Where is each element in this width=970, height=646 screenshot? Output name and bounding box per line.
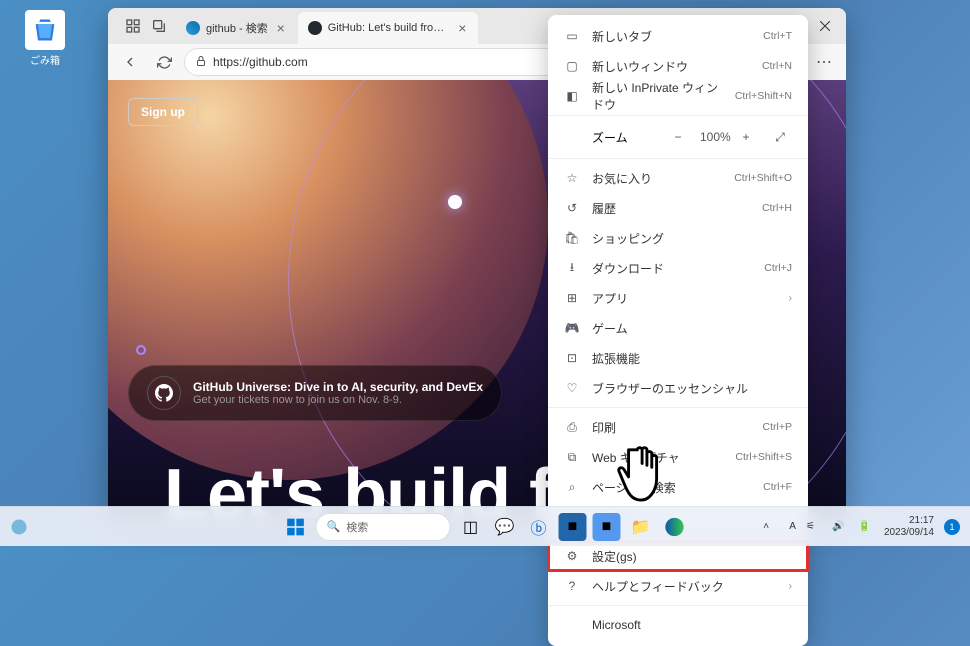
announcement-banner[interactable]: GitHub Universe: Dive in to AI, security…	[128, 365, 502, 421]
tab-title: github - 検索	[206, 20, 268, 36]
orbit-marker	[136, 345, 146, 355]
task-view-button[interactable]: ◫	[457, 513, 485, 541]
tab-github[interactable]: GitHub: Let's build from here · Gi ×	[298, 12, 478, 44]
tab-icon: ▭	[564, 29, 580, 43]
help-icon: ?	[564, 579, 580, 593]
menu-extensions[interactable]: ⊡拡張機能	[548, 343, 808, 373]
menu-help[interactable]: ?ヘルプとフィードバック›	[548, 571, 808, 601]
bing-chat-icon[interactable]: ⓑ	[525, 513, 553, 541]
menu-web-capture[interactable]: ⧉Web キャプチャCtrl+Shift+S	[548, 442, 808, 472]
menu-history[interactable]: ↺履歴Ctrl+H	[548, 193, 808, 223]
heart-icon: ♡	[564, 381, 580, 395]
search-icon: 🔍	[327, 520, 341, 533]
chat-icon[interactable]: 💬	[491, 513, 519, 541]
recycle-bin[interactable]: ごみ箱	[25, 10, 65, 67]
capture-icon: ⧉	[564, 450, 580, 465]
menu-new-tab[interactable]: ▭新しいタブCtrl+T	[548, 21, 808, 51]
app-icon[interactable]: ■	[593, 513, 621, 541]
close-icon[interactable]: ×	[457, 21, 468, 35]
window-icon: ▢	[564, 59, 580, 73]
menu-shopping[interactable]: 🛍ショッピング	[548, 223, 808, 253]
menu-new-inprivate[interactable]: ◧新しい InPrivate ウィンドウCtrl+Shift+N	[548, 81, 808, 111]
ime-indicator[interactable]: A	[789, 521, 796, 532]
orbit-marker	[448, 195, 462, 209]
refresh-button[interactable]	[150, 48, 178, 76]
back-button[interactable]	[116, 48, 144, 76]
workspace-icon[interactable]	[124, 17, 142, 35]
zoom-value: 100%	[700, 130, 724, 144]
menu-essentials[interactable]: ♡ブラウザーのエッセンシャル	[548, 373, 808, 403]
shopping-icon: 🛍	[564, 231, 580, 245]
menu-print[interactable]: ⎙印刷Ctrl+P	[548, 412, 808, 442]
download-icon: ⭳	[564, 258, 580, 279]
github-mark-icon	[147, 376, 181, 410]
menu-microsoft[interactable]: Microsoft	[548, 610, 808, 640]
menu-downloads[interactable]: ⭳ダウンロードCtrl+J	[548, 253, 808, 283]
extension-icon: ⊡	[564, 351, 580, 365]
print-icon: ⎙	[564, 420, 580, 435]
taskbar-search[interactable]: 🔍検索	[316, 513, 451, 541]
game-icon: 🎮	[564, 321, 580, 335]
browser-more-menu: ▭新しいタブCtrl+T ▢新しいウィンドウCtrl+N ◧新しい InPriv…	[548, 15, 808, 646]
wifi-icon[interactable]: ⚟	[806, 521, 822, 532]
battery-icon[interactable]: 🔋	[858, 521, 874, 532]
zoom-in-button[interactable]: +	[734, 130, 758, 144]
chevron-right-icon: ›	[789, 581, 792, 592]
app-icon[interactable]: ■	[559, 513, 587, 541]
addressbar-more-icon[interactable]: ⋯	[810, 48, 838, 76]
github-favicon-icon	[308, 21, 322, 35]
menu-apps[interactable]: ⊞アプリ›	[548, 283, 808, 313]
apps-icon: ⊞	[564, 291, 580, 305]
volume-icon[interactable]: 🔊	[832, 521, 848, 532]
banner-title: GitHub Universe: Dive in to AI, security…	[193, 380, 483, 394]
start-button[interactable]	[282, 513, 310, 541]
close-icon[interactable]: ×	[274, 21, 288, 35]
gear-icon: ⚙	[564, 549, 580, 563]
clock[interactable]: 21:17 2023/09/14	[884, 515, 934, 539]
chevron-right-icon: ›	[789, 293, 792, 304]
menu-new-window[interactable]: ▢新しいウィンドウCtrl+N	[548, 51, 808, 81]
edge-taskbar-icon[interactable]	[661, 513, 689, 541]
inprivate-icon: ◧	[564, 89, 580, 103]
recycle-bin-label: ごみ箱	[25, 52, 65, 67]
close-window-button[interactable]	[804, 10, 846, 42]
chevron-up-icon[interactable]: ˄	[763, 521, 779, 532]
menu-zoom: ズーム − 100% + ⤢	[548, 120, 808, 154]
history-icon: ↺	[564, 201, 580, 215]
signup-button[interactable]: Sign up	[128, 98, 198, 126]
notification-badge[interactable]: 1	[944, 519, 960, 535]
zoom-out-button[interactable]: −	[666, 130, 690, 144]
star-icon: ☆	[564, 171, 580, 185]
search-icon: ⌕	[564, 480, 580, 495]
tab-search[interactable]: github - 検索 ×	[176, 12, 298, 44]
tabs-overview-icon[interactable]	[150, 17, 168, 35]
menu-games[interactable]: 🎮ゲーム	[548, 313, 808, 343]
tab-title: GitHub: Let's build from here · Gi	[328, 22, 451, 34]
menu-favorites[interactable]: ☆お気に入りCtrl+Shift+O	[548, 163, 808, 193]
edge-icon[interactable]	[10, 518, 28, 536]
taskbar: 🔍検索 ◫ 💬 ⓑ ■ ■ 📁 ˄ A ⚟ 🔊 🔋 21:17 2023/09/…	[0, 506, 970, 546]
lock-icon	[195, 55, 207, 70]
url-text: https://github.com	[213, 55, 308, 69]
bing-favicon-icon	[186, 21, 200, 35]
recycle-bin-icon	[25, 10, 65, 50]
menu-find[interactable]: ⌕ページ内の検索Ctrl+F	[548, 472, 808, 502]
fullscreen-button[interactable]: ⤢	[768, 130, 792, 145]
zoom-label: ズーム	[564, 129, 656, 146]
explorer-icon[interactable]: 📁	[627, 513, 655, 541]
banner-subtitle: Get your tickets now to join us on Nov. …	[193, 394, 483, 406]
